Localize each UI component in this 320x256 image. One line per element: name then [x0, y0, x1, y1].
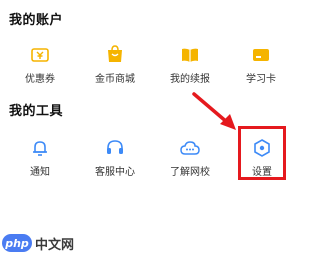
study-card-button[interactable]: 学习卡	[224, 44, 298, 94]
renewal-icon	[179, 44, 201, 66]
notification-label: 通知	[30, 167, 50, 178]
about-school-button[interactable]: 了解网校	[153, 137, 227, 187]
cloud-chat-icon	[179, 137, 201, 159]
coupon-button[interactable]: 优惠券	[3, 44, 77, 94]
watermark: php 中文网	[2, 233, 74, 253]
headset-icon	[104, 137, 126, 159]
customer-service-button[interactable]: 客服中心	[78, 137, 152, 187]
section-title-tools: 我的工具	[9, 104, 64, 119]
about-school-label: 了解网校	[170, 167, 210, 178]
bell-icon	[29, 137, 51, 159]
watermark-text: 中文网	[35, 237, 75, 253]
coin-store-icon	[104, 44, 126, 66]
highlight-box	[238, 126, 286, 180]
study-card-icon	[250, 44, 272, 66]
section-title-account: 我的账户	[9, 13, 64, 28]
coin-store-label: 金币商城	[95, 74, 135, 85]
coupon-label: 优惠券	[25, 74, 55, 85]
renewal-label: 我的续报	[170, 74, 210, 85]
page: 我的账户 优惠券 金币商城 我的续报 学习卡 我的工具 通知 客服中心 了解网校…	[0, 0, 303, 256]
study-card-label: 学习卡	[246, 74, 276, 85]
notification-button[interactable]: 通知	[3, 137, 77, 187]
renewal-button[interactable]: 我的续报	[153, 44, 227, 94]
coupon-icon	[29, 44, 51, 66]
customer-service-label: 客服中心	[95, 167, 135, 178]
coin-store-button[interactable]: 金币商城	[78, 44, 152, 94]
watermark-logo: php	[2, 234, 32, 252]
